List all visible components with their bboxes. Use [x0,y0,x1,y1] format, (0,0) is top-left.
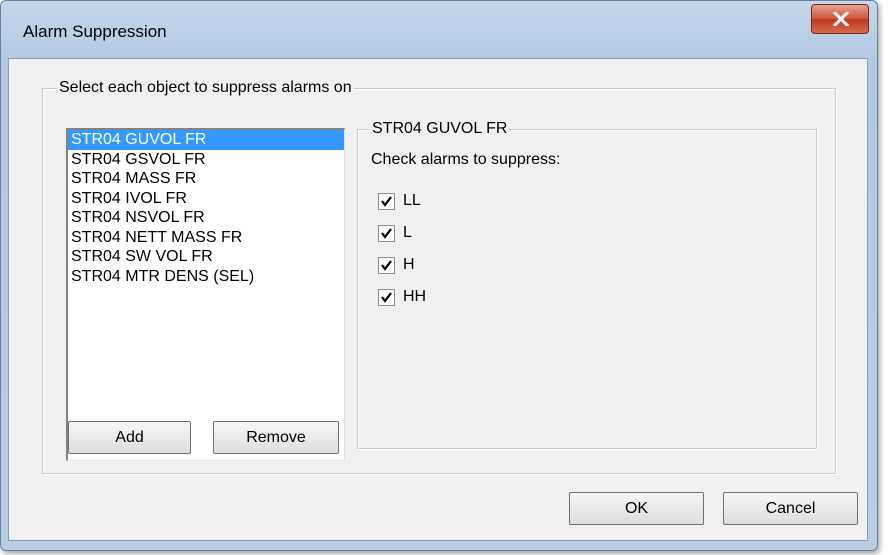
objects-group-legend: Select each object to suppress alarms on [57,79,354,97]
alarm-option-l[interactable]: L [378,222,412,244]
objects-listbox[interactable]: STR04 GUVOL FR STR04 GSVOL FR STR04 MASS… [66,128,345,461]
alarm-option-ll[interactable]: LL [378,190,421,212]
h-checkbox[interactable] [378,256,395,274]
remove-button[interactable]: Remove [213,421,339,454]
checkmark-icon [381,259,392,271]
list-item[interactable]: STR04 MASS FR [68,169,344,189]
list-item[interactable]: STR04 NETT MASS FR [68,228,344,248]
alarm-group-legend: STR04 GUVOL FR [370,120,510,138]
ll-label: LL [403,192,421,209]
list-item[interactable]: STR04 MTR DENS (SEL) [68,267,344,287]
alarm-option-hh[interactable]: HH [378,286,426,308]
checkmark-icon [381,291,392,303]
alarm-option-h[interactable]: H [378,254,415,276]
close-button[interactable] [811,4,869,34]
list-item[interactable]: STR04 SW VOL FR [68,247,344,267]
list-item[interactable]: STR04 NSVOL FR [68,208,344,228]
ll-checkbox[interactable] [378,192,395,210]
alarm-suppression-window: Alarm Suppression Select each object to … [0,0,878,551]
checkmark-icon [381,227,392,239]
ok-button[interactable]: OK [569,492,704,525]
add-button[interactable]: Add [68,421,191,454]
close-x-icon [833,12,849,26]
l-label: L [403,224,412,241]
alarm-groupbox: STR04 GUVOL FR Check alarms to suppress:… [357,120,817,449]
cancel-button[interactable]: Cancel [723,492,858,525]
dialog-client-area: Select each object to suppress alarms on… [8,58,868,541]
list-item[interactable]: STR04 GSVOL FR [68,150,344,170]
alarm-instruction: Check alarms to suppress: [371,151,561,168]
l-checkbox[interactable] [378,224,395,242]
list-item[interactable]: STR04 GUVOL FR [68,130,344,150]
title-bar[interactable]: Alarm Suppression [1,1,877,57]
checkmark-icon [381,195,392,207]
h-label: H [403,256,415,273]
hh-label: HH [403,288,427,305]
window-title: Alarm Suppression [23,22,167,41]
hh-checkbox[interactable] [378,288,395,306]
list-item[interactable]: STR04 IVOL FR [68,189,344,209]
